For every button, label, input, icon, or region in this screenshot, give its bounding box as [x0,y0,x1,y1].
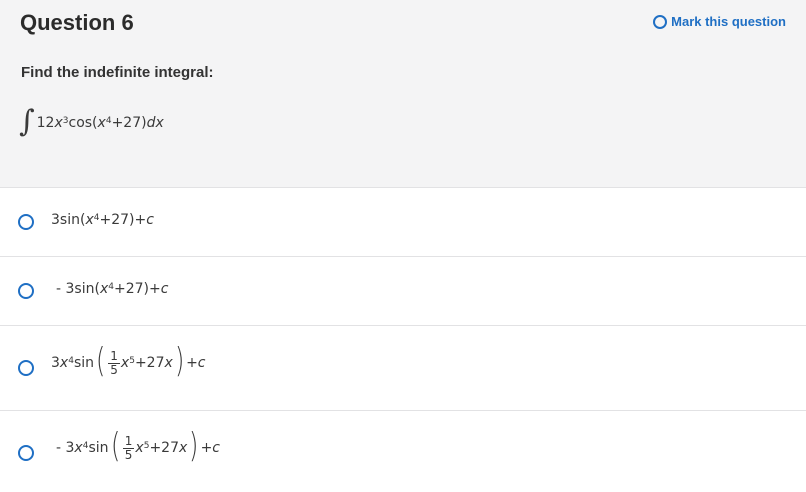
question-prompt: Find the indefinite integral: [21,64,214,81]
answer-option-3[interactable]: 3 x 4 sin ( 15 x 5 +27 x ) + c [0,326,806,411]
option-constant: c [160,281,169,297]
fraction-numerator: 1 [108,348,120,364]
option-inner-var: x [135,440,144,456]
integral-expression: ∫ 12 x 3 cos(x 4 +27) dx [19,104,164,139]
option-4-expression: - 3 x 4 sin ( 15 x 5 +27 x ) + c [56,426,220,466]
option-constant: c [212,440,220,456]
fraction: 15 [122,433,135,462]
left-paren-icon: ( [110,426,120,466]
right-paren-icon: ) [174,341,185,381]
option-text: - 3 [56,440,75,456]
option-3-expression: 3 x 4 sin ( 15 x 5 +27 x ) + c [51,341,206,381]
option-var: x [85,212,94,228]
option-text: + [200,440,213,456]
radio-button[interactable] [18,445,34,461]
fraction-denominator: 5 [110,362,118,377]
integral-inner-rest: +27) [111,115,147,131]
option-inner-var: x [120,355,130,371]
option-inner-var: x [164,355,173,371]
mark-question-label: Mark this question [671,14,786,29]
right-paren-icon: ) [189,426,199,466]
option-text: +27)+ [99,212,147,228]
option-1-expression: 3sin(x 4 +27)+ c [51,212,154,228]
fraction-numerator: 1 [122,433,135,449]
radio-button[interactable] [18,214,34,230]
option-func: sin [88,440,109,456]
integral-coefficient: 12 [36,115,55,131]
option-text: +27 [149,440,179,456]
answer-option-2[interactable]: - 3sin(x 4 +27)+ c [0,257,806,326]
mark-question-button[interactable]: Mark this question [653,14,786,29]
option-text: - 3sin( [56,281,100,297]
option-var: x [99,281,109,297]
left-paren-icon: ( [96,341,106,381]
option-2-expression: - 3sin(x 4 +27)+ c [56,281,169,297]
radio-button[interactable] [18,360,34,376]
integral-var: x [54,115,63,131]
option-constant: c [146,212,154,228]
integral-inner-var: x [97,115,106,131]
option-text: 3sin( [51,212,86,228]
option-func: sin [73,355,95,371]
answer-option-1[interactable]: 3sin(x 4 +27)+ c [0,188,806,257]
option-constant: c [197,355,206,371]
question-header: Question 6 Mark this question Find the i… [0,0,806,188]
circle-icon [653,14,668,29]
fraction-denominator: 5 [124,447,133,462]
option-text: +27)+ [113,281,161,297]
option-var: x [74,440,83,456]
integral-differential: dx [146,115,164,131]
option-text: +27 [134,355,165,371]
integral-sign-icon: ∫ [19,104,35,139]
answer-option-4[interactable]: - 3 x 4 sin ( 15 x 5 +27 x ) + c [0,411,806,492]
option-text: 3 [51,355,60,371]
question-title: Question 6 [20,10,134,35]
option-text: + [186,355,198,371]
integral-func: cos( [68,115,98,131]
fraction: 15 [108,350,120,376]
option-var: x [59,355,69,371]
option-inner-var: x [179,440,188,456]
radio-button[interactable] [18,283,34,299]
